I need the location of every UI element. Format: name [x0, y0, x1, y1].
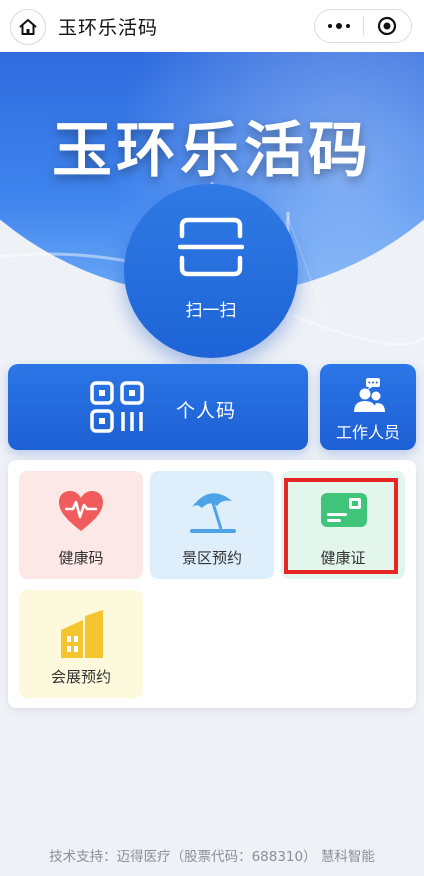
home-button[interactable] [10, 9, 46, 45]
scan-label: 扫一扫 [185, 301, 237, 321]
scenic-booking-tile[interactable]: 景区预约 [150, 471, 274, 579]
banner-title: 玉环乐活码 [52, 116, 372, 186]
home-icon [19, 19, 37, 35]
scenic-booking-label: 景区预约 [181, 549, 242, 567]
expo-booking-tile[interactable]: 会展预约 [19, 590, 143, 698]
more-dot-icon [327, 24, 332, 28]
close-mini-program-button[interactable] [364, 10, 412, 42]
top-bar: 玉环乐活码 [0, 0, 424, 52]
more-dot-icon [335, 23, 342, 29]
more-menu-button[interactable] [315, 10, 363, 42]
scan-button[interactable]: 扫一扫 [124, 184, 298, 358]
health-code-tile[interactable]: 健康码 [19, 471, 143, 579]
scan-icon [178, 217, 244, 277]
beach-umbrella-icon [190, 493, 236, 533]
health-code-label: 健康码 [58, 549, 104, 567]
heart-pulse-icon [59, 491, 103, 531]
mini-program-capsule [314, 9, 412, 43]
qr-code-icon [90, 381, 144, 433]
app-title: 玉环乐活码 [58, 17, 159, 39]
target-icon [378, 16, 397, 36]
more-dot-icon [345, 24, 350, 28]
highlight-box [284, 478, 398, 574]
staff-icon [354, 378, 385, 412]
personal-code-button[interactable]: 个人码 [8, 364, 308, 450]
expo-booking-label: 会展预约 [50, 668, 111, 686]
staff-button[interactable]: 工作人员 [320, 364, 416, 450]
footer-credit: 技术支持：迈得医疗（股票代码：688310） 慧科智能 [49, 849, 375, 865]
building-icon [61, 610, 103, 658]
staff-label: 工作人员 [335, 423, 400, 442]
personal-code-label: 个人码 [176, 400, 237, 422]
